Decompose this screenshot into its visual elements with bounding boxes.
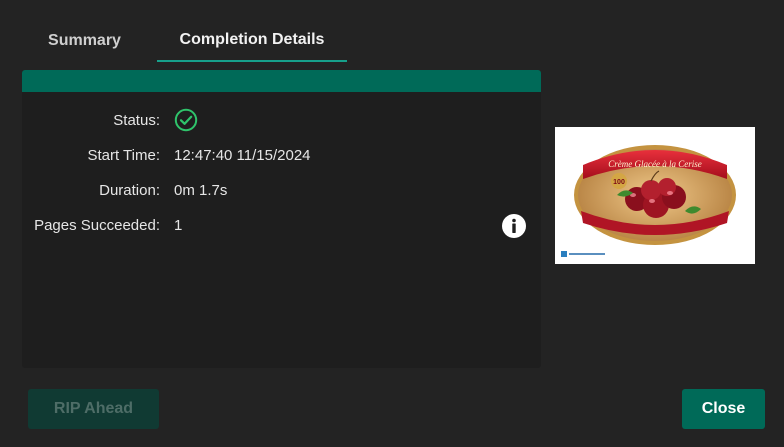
rip-ahead-button[interactable]: RIP Ahead [28,389,159,429]
check-circle-icon [174,108,198,132]
info-icon[interactable] [501,213,527,239]
pages-succeeded-value: 1 [174,216,183,234]
status-label: Status: [113,111,160,129]
panel-header-bar [22,70,541,92]
completion-dialog: Summary Completion Details Status: Start… [0,0,784,447]
thumbnail-badge: 100 [613,179,625,186]
duration-label: Duration: [99,181,160,199]
status-row: Status: [22,108,541,132]
status-value [174,108,198,132]
details-panel: Status: Start Time: 12:47:40 11/15/2024 … [22,70,541,368]
page-thumbnail: 100 Crème Glacée à la Cerise [555,127,755,264]
start-time-label: Start Time: [87,146,160,164]
start-time-row: Start Time: 12:47:40 11/15/2024 [22,143,541,167]
thumbnail-logo-mark [561,251,567,257]
tab-completion-details[interactable]: Completion Details [157,20,347,62]
thumbnail-title: Crème Glacée à la Cerise [608,159,701,169]
duration-value: 0m 1.7s [174,181,228,199]
duration-row: Duration: 0m 1.7s [22,178,541,202]
tab-bar: Summary Completion Details [22,20,347,64]
start-time-value: 12:47:40 11/15/2024 [174,146,311,164]
close-button[interactable]: Close [682,389,765,429]
pages-succeeded-label: Pages Succeeded: [34,216,160,234]
pages-succeeded-row: Pages Succeeded: 1 [22,213,541,237]
thumbnail-logo-text [569,253,605,255]
tab-summary[interactable]: Summary [22,20,147,62]
